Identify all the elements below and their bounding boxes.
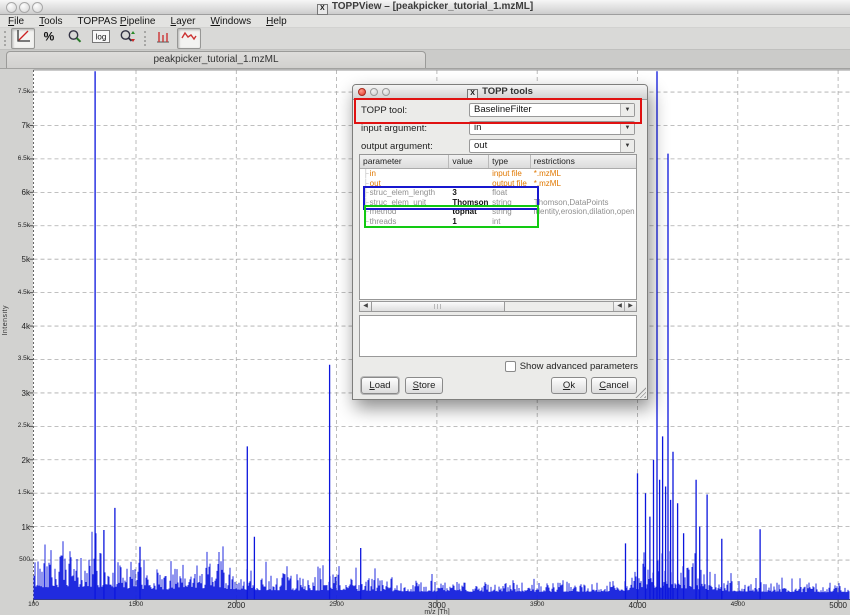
- reset-zoom-button[interactable]: [63, 28, 87, 49]
- table-row-out[interactable]: ├outoutput file*.mzML: [360, 179, 636, 189]
- peaks-sticks-button[interactable]: [151, 28, 175, 49]
- dialog-title: TOPP tools: [353, 86, 647, 100]
- axes-button[interactable]: [11, 28, 35, 49]
- table-row-struc_elem_unit[interactable]: ├struc_elem_unitThomsonstringThomson,Dat…: [360, 198, 636, 208]
- reset-zoom-icon: [67, 29, 83, 49]
- y-tick-label: 3.5k: [0, 355, 34, 362]
- cancel-button[interactable]: Cancel: [591, 377, 637, 394]
- x-tick-label: 1500: [129, 601, 143, 608]
- tab-strip: peakpicker_tutorial_1.mzML: [0, 50, 850, 69]
- profile-line-icon: [180, 29, 198, 49]
- y-tick-label: 5k: [0, 255, 34, 264]
- menu-tools[interactable]: Tools: [39, 16, 62, 27]
- log-scale-button[interactable]: log: [89, 28, 113, 49]
- store-button[interactable]: Store: [405, 377, 443, 394]
- parameter-table[interactable]: parameter value type restrictions ├ininp…: [359, 154, 637, 300]
- toolbar-separator: [144, 31, 146, 46]
- y-tick-label: 5.5k: [0, 222, 34, 229]
- output-argument-select[interactable]: out▼: [469, 139, 635, 153]
- chevron-down-icon: ▼: [620, 122, 634, 134]
- svg-text:log: log: [96, 32, 107, 41]
- x11-app-icon: [317, 4, 328, 15]
- topp-tool-label: TOPP tool:: [361, 105, 407, 116]
- y-tick-label: 1k: [0, 523, 34, 532]
- y-tick-label: 500: [0, 556, 34, 563]
- svg-text:%: %: [44, 29, 55, 43]
- table-horizontal-scrollbar[interactable]: ◀ ◀ ▶: [359, 301, 637, 312]
- menu-help[interactable]: Help: [266, 16, 287, 27]
- parameter-table-header: parameter value type restrictions: [360, 155, 636, 169]
- chevron-down-icon: ▼: [620, 104, 634, 116]
- table-row-in[interactable]: ├ininput file*.mzML: [360, 169, 636, 179]
- chevron-down-icon: ▼: [620, 140, 634, 152]
- input-argument-select[interactable]: in▼: [469, 121, 635, 135]
- menu-file[interactable]: File: [8, 16, 24, 27]
- x-tick-label: 2500: [329, 601, 343, 608]
- y-tick-label: 3k: [0, 389, 34, 398]
- x-tick-label: 4500: [731, 601, 745, 608]
- intensity-zoom-button[interactable]: [115, 28, 139, 49]
- show-advanced-checkbox[interactable]: [505, 361, 516, 372]
- intensity-zoom-icon: [119, 29, 136, 49]
- menu-windows[interactable]: Windows: [211, 16, 252, 27]
- tab-peakpicker-tutorial[interactable]: peakpicker_tutorial_1.mzML: [6, 51, 426, 68]
- y-tick-label: 4.5k: [0, 289, 34, 296]
- y-tick-label: 2k: [0, 456, 34, 465]
- y-axis-title: Intensity: [2, 305, 9, 336]
- scroll-right-icon[interactable]: ▶: [624, 302, 636, 311]
- x-tick-label: 2000: [227, 601, 245, 610]
- percent-button[interactable]: %: [37, 28, 61, 49]
- output-argument-label: output argument:: [361, 141, 433, 152]
- table-row-threads[interactable]: └threads1int: [360, 217, 636, 227]
- menu-toppas-pipeline[interactable]: TOPPAS Pipeline: [77, 16, 155, 27]
- window-titlebar: TOPPView – [peakpicker_tutorial_1.mzML]: [0, 0, 850, 15]
- axes-icon: [15, 29, 31, 49]
- load-button[interactable]: Load: [361, 377, 399, 394]
- toppview-window: { "window": { "title": "TOPPView – [peak…: [0, 0, 850, 615]
- y-tick-label: 6k: [0, 188, 34, 197]
- toolbar: % log: [0, 28, 850, 50]
- window-title: TOPPView – [peakpicker_tutorial_1.mzML]: [0, 1, 850, 15]
- x-tick-label: 5000: [829, 601, 847, 610]
- table-row-struc_elem_length[interactable]: ├struc_elem_length3float: [360, 188, 636, 198]
- topp-tool-select[interactable]: BaselineFilter▼: [469, 103, 635, 117]
- y-tick-label: 2.5k: [0, 422, 34, 429]
- topp-tools-dialog: TOPP tools TOPP tool: BaselineFilter▼ in…: [352, 84, 648, 400]
- menubar: File Tools TOPPAS Pipeline Layer Windows Help: [0, 15, 850, 27]
- profile-line-button[interactable]: [177, 28, 201, 49]
- menu-layer[interactable]: Layer: [171, 16, 196, 27]
- y-tick-label: 1.5k: [0, 489, 34, 496]
- x-axis-title: m/z [Th]: [424, 609, 449, 615]
- peaks-sticks-icon: [155, 29, 171, 49]
- x-tick-label: 100: [28, 601, 39, 608]
- y-tick-label: 7.5k: [0, 88, 34, 95]
- scrollbar-thumb[interactable]: [371, 302, 505, 311]
- ok-button[interactable]: Ok: [551, 377, 587, 394]
- table-row-method[interactable]: ├methodtophatstringidentity,erosion,dila…: [360, 207, 636, 217]
- parameter-description-box: [359, 315, 637, 357]
- dialog-titlebar: TOPP tools: [353, 85, 647, 100]
- y-tick-label: 7k: [0, 121, 34, 130]
- x11-dialog-icon: [467, 89, 478, 100]
- input-argument-label: input argument:: [361, 123, 427, 134]
- x-tick-label: 4000: [629, 601, 647, 610]
- percent-icon: %: [41, 29, 57, 49]
- show-advanced-label: Show advanced parameters: [520, 361, 638, 372]
- show-advanced-row: Show advanced parameters: [505, 361, 638, 372]
- x-tick-label: 3500: [530, 601, 544, 608]
- log-scale-icon: log: [92, 29, 110, 49]
- y-tick-label: 6.5k: [0, 155, 34, 162]
